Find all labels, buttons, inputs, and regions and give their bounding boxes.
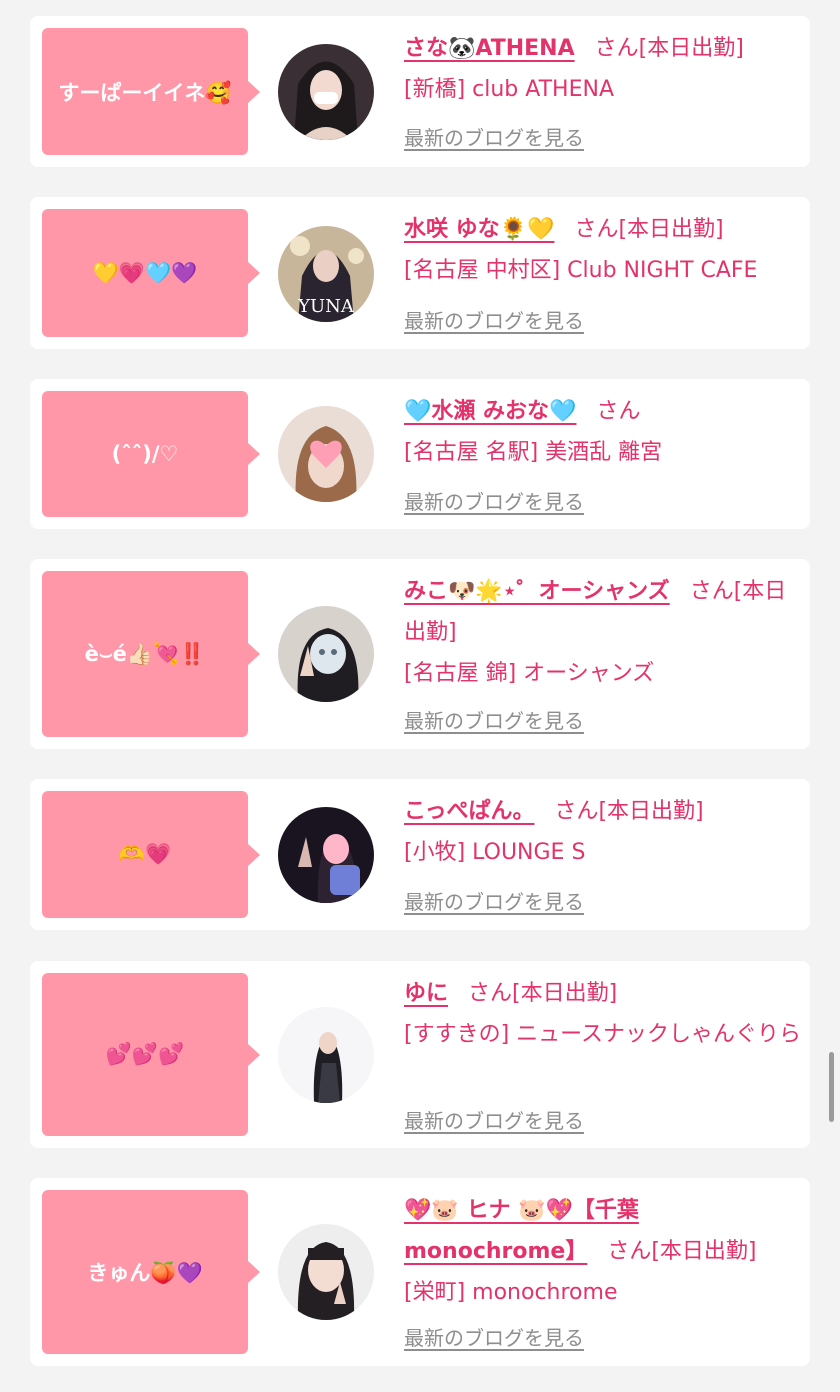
cast-name-link[interactable]: ゆに xyxy=(404,981,448,1006)
avatar[interactable] xyxy=(278,807,374,903)
blog-link[interactable]: 最新のブログを見る xyxy=(404,122,584,151)
comment-bubble: すーぱーイイネ🥰 xyxy=(42,28,260,155)
comment-bubble: 💕💕💕 xyxy=(42,973,260,1136)
shop-name: [すすきの] ニュースナックしゃんぐりら xyxy=(404,1022,802,1047)
shop-name: [名古屋 錦] オーシャンズ xyxy=(404,661,655,686)
profile-card: 🫶💗 こっぺぱん。 さん[本日出勤] [小牧] LOUNGE S 最新のブログを見… xyxy=(30,779,810,930)
profile-card: すーぱーイイネ🥰 さな🐼ATHENA さん[本日出勤] [新橋] club ATH… xyxy=(30,16,810,167)
info: 💖🐷 ヒナ 🐷💖【千葉monochrome】 さん[本日出勤] [栄町] mono… xyxy=(404,1190,804,1313)
blog-link[interactable]: 最新のブログを見る xyxy=(404,486,584,515)
shop-name: [名古屋 中村区] Club NIGHT CAFE xyxy=(404,258,758,283)
status-text: さん[本日出勤] xyxy=(468,981,618,1006)
profile-card: 💛💗🩵💜 YUNA 水咲 ゆな🌻💛 さん[本日出勤] [名古屋 中村区] Club… xyxy=(30,197,810,349)
avatar[interactable]: YUNA xyxy=(278,226,374,322)
avatar[interactable] xyxy=(278,44,374,140)
profile-card: è⌣é👍🏻💘‼️ みこ🐶🌟⋆゜オーシャンズ さん[本日出勤] [名古屋 錦] オー… xyxy=(30,559,810,749)
cast-name-link[interactable]: こっぺぱん。 xyxy=(404,799,534,824)
status-text: さん[本日出勤] xyxy=(594,36,744,61)
shop-name: [名古屋 名駅] 美酒乱 離宮 xyxy=(404,440,663,465)
profile-card: きゅん🍑💜 💖🐷 ヒナ 🐷💖【千葉monochrome】 さん[本日出勤] [栄町… xyxy=(30,1178,810,1366)
status-text: さん[本日出勤] xyxy=(574,217,724,242)
cast-name-link[interactable]: 🩵水瀬 みおな🩵 xyxy=(404,399,576,424)
shop-name: [小牧] LOUNGE S xyxy=(404,840,586,865)
comment-bubble: 🫶💗 xyxy=(42,791,260,918)
blog-link[interactable]: 最新のブログを見る xyxy=(404,305,584,334)
profile-card: (ˆˆ)/♡ 🩵水瀬 みおな🩵 さん [名古屋 名駅] 美酒乱 離宮 最新のブログ… xyxy=(30,379,810,529)
cast-name-link[interactable]: 💖🐷 ヒナ 🐷💖【千葉monochrome】 xyxy=(404,1198,639,1264)
info: 🩵水瀬 みおな🩵 さん [名古屋 名駅] 美酒乱 離宮 xyxy=(404,391,804,473)
blog-link[interactable]: 最新のブログを見る xyxy=(404,1105,584,1134)
profile-card: 💕💕💕 ゆに さん[本日出勤] [すすきの] ニュースナックしゃんぐりら 最新のブ… xyxy=(30,961,810,1148)
info: ゆに さん[本日出勤] [すすきの] ニュースナックしゃんぐりら xyxy=(404,973,804,1055)
cast-name-link[interactable]: みこ🐶🌟⋆゜オーシャンズ xyxy=(404,579,670,604)
status-text: さん xyxy=(596,399,641,424)
avatar[interactable] xyxy=(278,606,374,702)
status-text: さん[本日出勤] xyxy=(554,799,704,824)
info: 水咲 ゆな🌻💛 さん[本日出勤] [名古屋 中村区] Club NIGHT CAF… xyxy=(404,209,804,291)
comment-bubble: 💛💗🩵💜 xyxy=(42,209,260,337)
comment-bubble: è⌣é👍🏻💘‼️ xyxy=(42,571,260,737)
comment-bubble: (ˆˆ)/♡ xyxy=(42,391,260,517)
status-text: さん[本日出勤] xyxy=(607,1239,757,1264)
blog-link[interactable]: 最新のブログを見る xyxy=(404,705,584,734)
avatar-caption: YUNA xyxy=(297,296,355,317)
shop-name: [栄町] monochrome xyxy=(404,1280,618,1305)
blog-link[interactable]: 最新のブログを見る xyxy=(404,1322,584,1351)
avatar[interactable] xyxy=(278,1224,374,1320)
cast-name-link[interactable]: 水咲 ゆな🌻💛 xyxy=(404,217,554,242)
avatar[interactable] xyxy=(278,1007,374,1103)
info: さな🐼ATHENA さん[本日出勤] [新橋] club ATHENA xyxy=(404,28,804,110)
scrollbar-thumb[interactable] xyxy=(829,1052,834,1122)
cast-name-link[interactable]: さな🐼ATHENA xyxy=(404,36,575,61)
blog-link[interactable]: 最新のブログを見る xyxy=(404,886,584,915)
avatar[interactable] xyxy=(278,406,374,502)
shop-name: [新橋] club ATHENA xyxy=(404,77,614,102)
info: みこ🐶🌟⋆゜オーシャンズ さん[本日出勤] [名古屋 錦] オーシャンズ xyxy=(404,571,804,694)
comment-bubble: きゅん🍑💜 xyxy=(42,1190,260,1354)
info: こっぺぱん。 さん[本日出勤] [小牧] LOUNGE S xyxy=(404,791,804,873)
